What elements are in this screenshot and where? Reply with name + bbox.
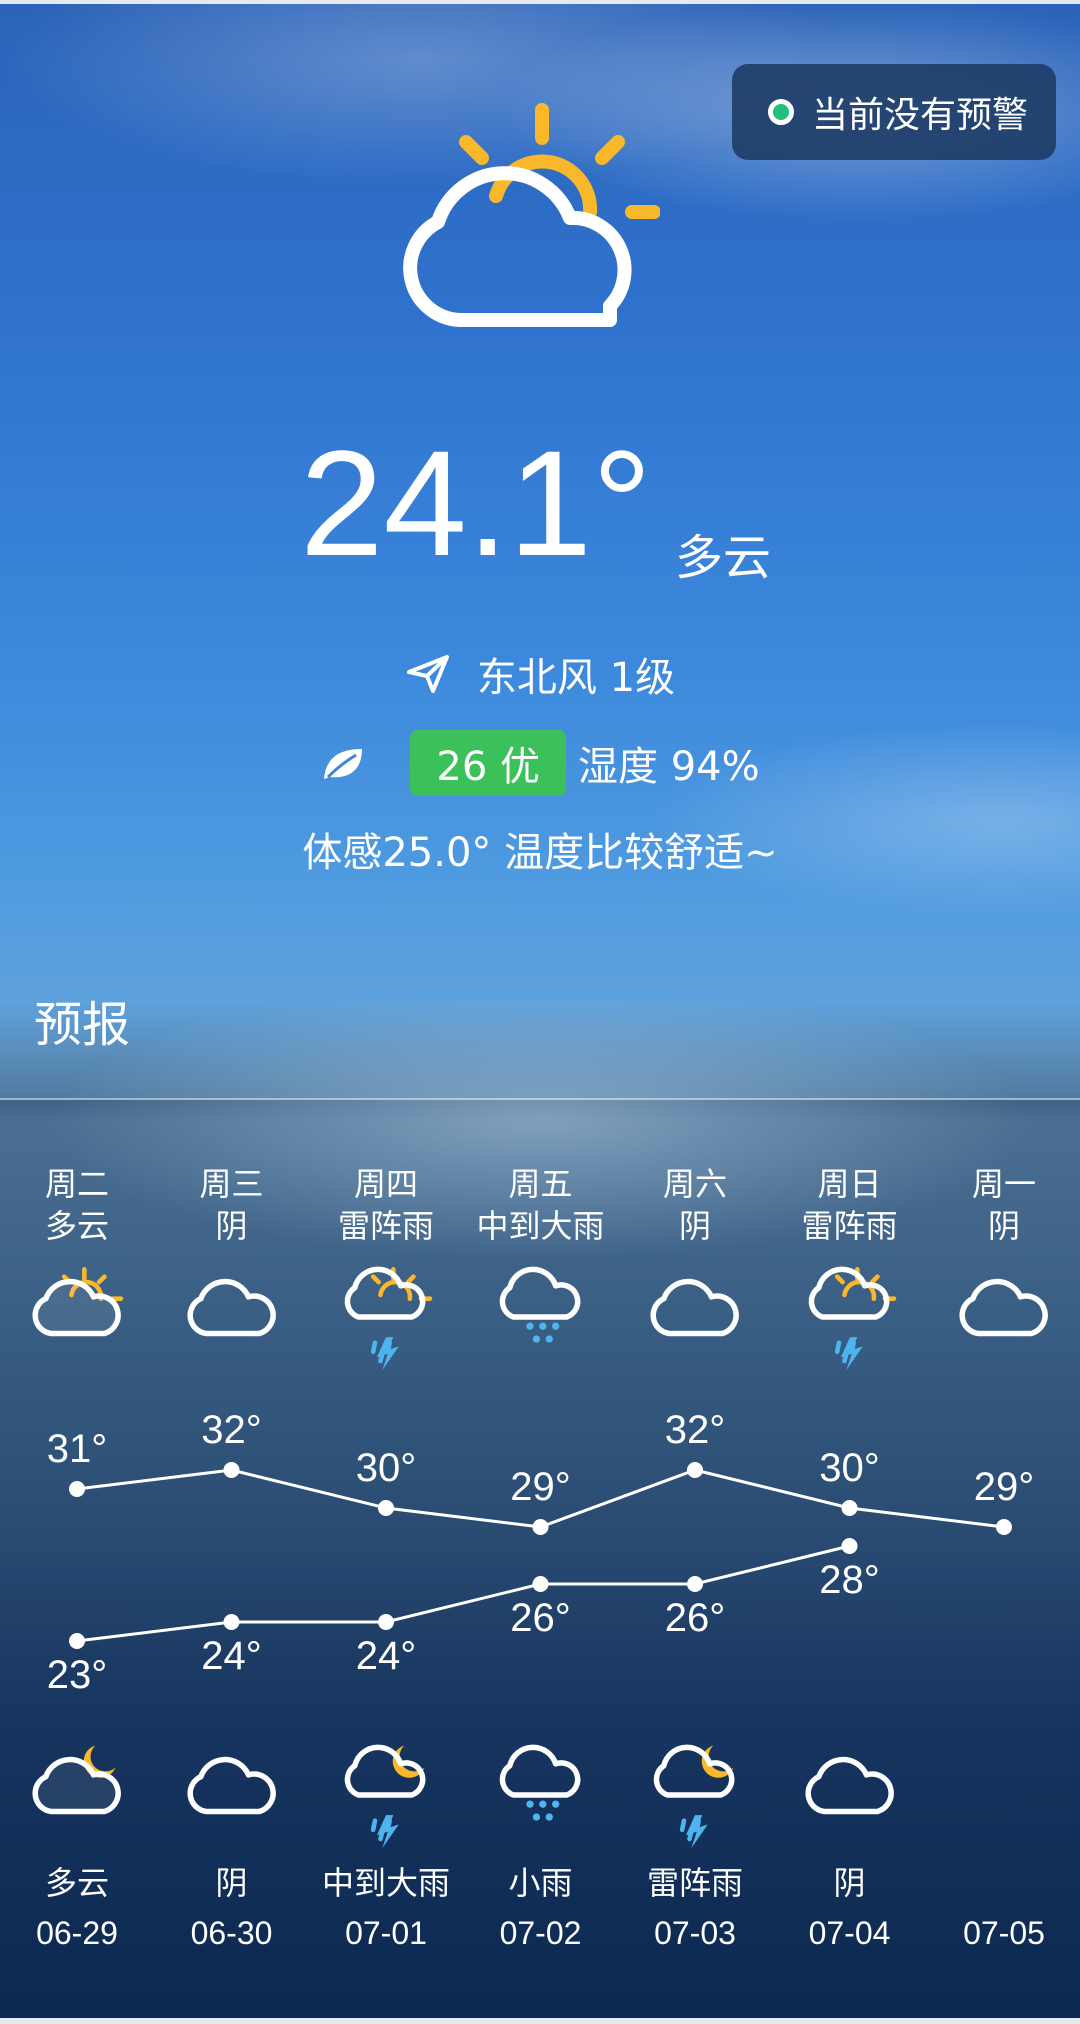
forecast-date: 07-03 [654, 1915, 736, 1951]
low-temp-line-point [69, 1633, 85, 1649]
forecast-night-condition: 阴 [833, 1864, 866, 1902]
high-temp-line-point [532, 1519, 549, 1535]
low-temp-line-point [378, 1614, 394, 1630]
partly-cloudy-night-icon [27, 1740, 127, 1830]
feels-like-text: 体感25.0° 温度比较舒适~ [302, 830, 778, 876]
forecast-night-condition: 中到大雨 [321, 1864, 450, 1902]
temperature-chart [69, 1462, 1012, 1649]
high-temp-line-point [223, 1462, 240, 1478]
aqi-badge[interactable]: 26 优 [410, 730, 566, 796]
forecast-night-condition: 多云 [44, 1864, 109, 1902]
cloudy-icon [954, 1262, 1054, 1352]
forecast-title: 预报 [34, 997, 131, 1053]
low-temp-line-point [687, 1576, 703, 1592]
leaf-icon [324, 749, 363, 779]
forecast-day-condition: 多云 [44, 1207, 109, 1245]
forecast-date: 06-30 [190, 1915, 273, 1951]
high-temp-line-point [841, 1500, 858, 1516]
forecast-day-header: 周二 多云 [2, 1163, 152, 1247]
alert-dot-icon [768, 99, 794, 125]
forecast-day-header: 周六阴 [620, 1163, 770, 1247]
thunderstorm-night-icon [645, 1740, 745, 1849]
cloudy-icon [182, 1262, 282, 1352]
forecast-date: 07-02 [499, 1915, 582, 1951]
forecast-divider [0, 1098, 1080, 1100]
forecast-date: 07-04 [808, 1915, 891, 1951]
thunderstorm-day-icon [800, 1262, 900, 1371]
low-temp-line-point [223, 1614, 240, 1630]
alert-badge[interactable]: 当前没有预警 [732, 64, 1056, 160]
high-temp-line-point [378, 1500, 394, 1516]
forecast-night-condition: 雷阵雨 [646, 1864, 743, 1902]
forecast-day-condition: 雷阵雨 [337, 1207, 434, 1245]
low-temp-line-point [532, 1576, 549, 1592]
forecast-weekday: 周二 [44, 1165, 109, 1203]
wind-text: 东北风 1级 [476, 655, 676, 701]
forecast-date: 07-05 [963, 1915, 1045, 1951]
current-temperature: 24.1° [300, 419, 652, 587]
rain-icon [491, 1262, 591, 1352]
low-temp-line-point [841, 1538, 858, 1554]
partly-cloudy-main-icon [403, 103, 660, 327]
forecast-date: 07-01 [345, 1915, 427, 1951]
forecast-weekday: 周日 [817, 1165, 882, 1203]
forecast-day-condition: 阴 [215, 1207, 248, 1245]
forecast-day-condition: 阴 [987, 1207, 1020, 1245]
forecast-weekday: 周六 [662, 1165, 727, 1203]
forecast-day-condition: 阴 [678, 1207, 711, 1245]
high-temp-line-point [996, 1519, 1012, 1535]
forecast-day-header: 周日 雷阵雨 [775, 1163, 925, 1247]
rain-icon [491, 1740, 591, 1830]
alert-text: 当前没有预警 [812, 95, 1029, 136]
cloudy-icon [182, 1740, 282, 1830]
forecast-night-condition: 小雨 [508, 1864, 573, 1902]
thunderstorm-day-icon [336, 1262, 436, 1371]
high-temp-line [76, 1468, 1005, 1529]
high-temp-line-point [687, 1462, 703, 1478]
forecast-weekday: 周四 [353, 1165, 418, 1203]
cloudy-icon [800, 1740, 900, 1830]
bottom-strip [0, 2018, 1080, 2024]
forecast-weekday: 周三 [199, 1165, 264, 1203]
cloudy-icon [645, 1262, 745, 1352]
forecast-day-condition: 雷阵雨 [801, 1207, 898, 1245]
forecast-day-header: 周一阴 [929, 1163, 1079, 1247]
wind-direction-icon [406, 655, 449, 693]
forecast-day-header: 周三阴 [157, 1163, 307, 1247]
forecast-day-header: 周四 雷阵雨 [311, 1163, 461, 1247]
thunderstorm-night-icon [336, 1740, 436, 1849]
aqi-row: 26 优 湿度 94% [0, 730, 1080, 796]
current-condition: 多云 [675, 530, 772, 586]
wind-row: 东北风 1级 [0, 645, 1080, 703]
high-temp-line-point [69, 1481, 85, 1497]
low-temp-line [76, 1544, 850, 1643]
forecast-weekday: 周五 [508, 1165, 573, 1203]
humidity-text: 湿度 94% [578, 744, 760, 790]
forecast-night-condition: 阴 [215, 1864, 248, 1902]
forecast-day-condition: 中到大雨 [476, 1207, 605, 1245]
status-strip [0, 0, 1080, 4]
forecast-day-header: 周五 中到大雨 [466, 1163, 616, 1247]
forecast-date: 06-29 [36, 1915, 118, 1951]
partly-cloudy-day-icon [27, 1262, 127, 1352]
forecast-weekday: 周一 [971, 1165, 1036, 1203]
